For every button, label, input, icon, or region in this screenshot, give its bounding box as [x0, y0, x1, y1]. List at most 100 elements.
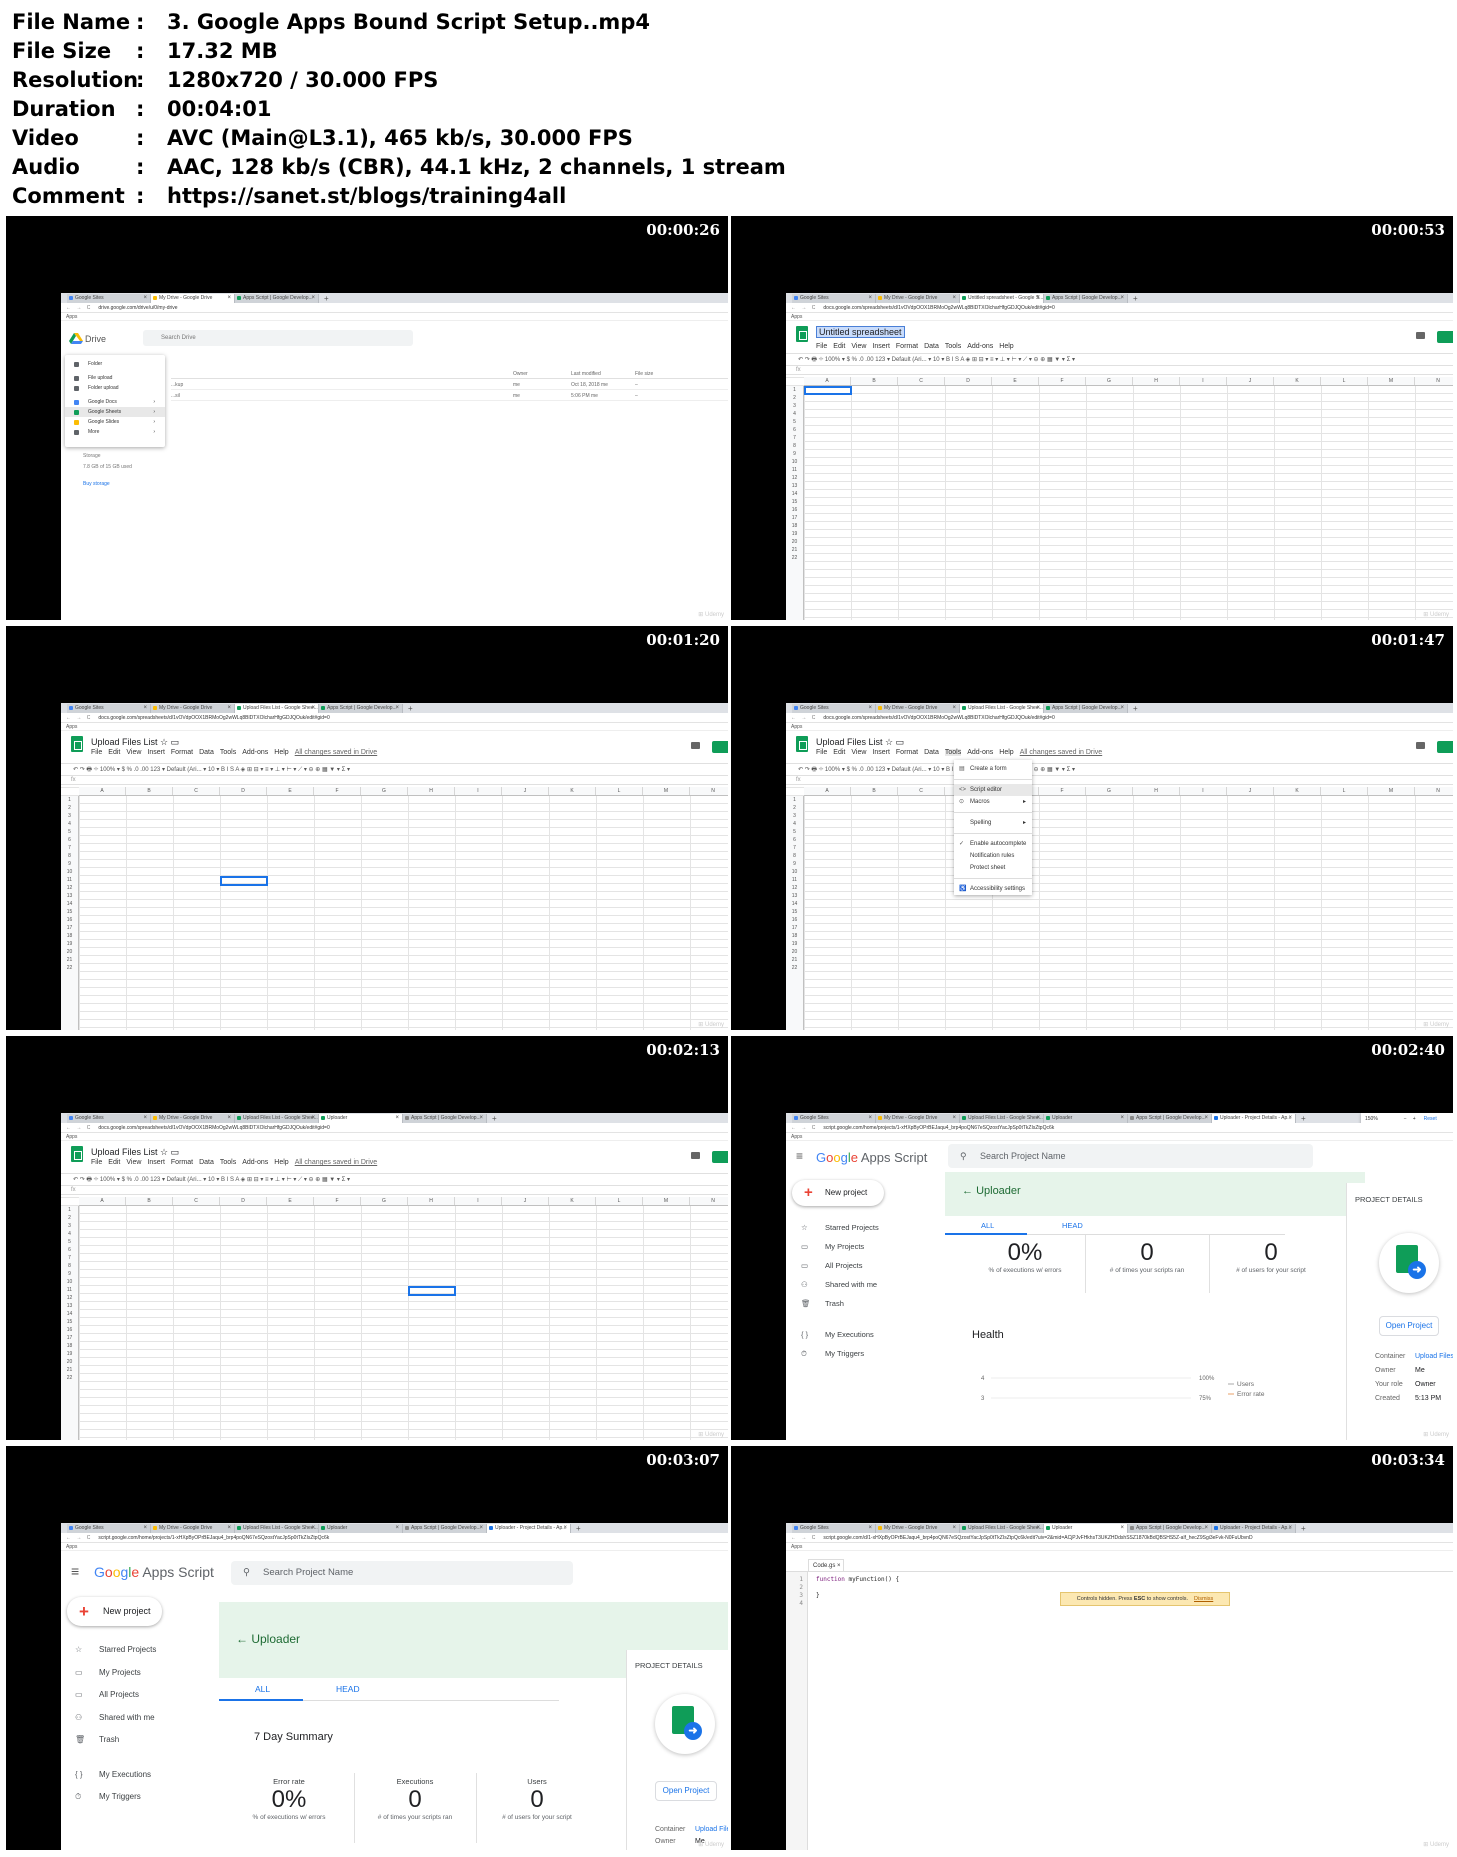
row-header[interactable]: 14 [61, 1310, 78, 1318]
new-project-button[interactable]: + New project [792, 1180, 884, 1206]
menu-help[interactable]: Help [999, 343, 1013, 350]
column-header[interactable]: N [1415, 787, 1453, 795]
browser-tab[interactable]: Uploader [1044, 1114, 1128, 1123]
row-header[interactable]: 17 [786, 514, 803, 522]
address-bar[interactable]: ← → Cscript.google.com/home/projects/1-x… [61, 1533, 728, 1543]
column-header[interactable]: I [1180, 787, 1227, 795]
browser-tab[interactable]: Uploader - Project Details - Ap... [487, 1524, 571, 1533]
menu-data[interactable]: Data [924, 343, 939, 350]
address-bar[interactable]: ← → Cdocs.google.com/spreadsheets/d/1vOV… [786, 303, 1453, 313]
browser-tab[interactable]: Uploader [319, 1114, 403, 1123]
row-header[interactable]: 11 [786, 466, 803, 474]
bookmarks-bar[interactable]: Apps [61, 1133, 728, 1141]
browser-tab[interactable]: My Drive - Google Drive [151, 294, 235, 303]
share-button[interactable] [1437, 741, 1453, 753]
row-header[interactable]: 16 [61, 1326, 78, 1334]
column-header[interactable]: G [361, 1197, 408, 1205]
new-tab-button[interactable]: + [1296, 1114, 1306, 1123]
menu-addons[interactable]: Add-ons [967, 749, 993, 756]
column-header[interactable]: F [1039, 377, 1086, 385]
tools-item-macros[interactable]: ⊙ Macros ▸ [954, 796, 1032, 808]
new-project-button[interactable]: + New project [67, 1597, 162, 1626]
row-header[interactable]: 21 [786, 546, 803, 554]
row-header[interactable]: 7 [786, 844, 803, 852]
row-header[interactable]: 2 [786, 394, 803, 402]
new-tab-button[interactable]: + [571, 1524, 581, 1533]
browser-tab[interactable]: Uploader [1044, 1524, 1128, 1533]
column-header[interactable]: M [643, 1197, 690, 1205]
column-header[interactable]: H [1133, 377, 1180, 385]
menu-data[interactable]: Data [924, 749, 939, 756]
row-header[interactable]: 1 [61, 1206, 78, 1214]
row-header[interactable]: 14 [786, 490, 803, 498]
menu-format[interactable]: Format [896, 343, 918, 350]
row-header[interactable]: 9 [786, 860, 803, 868]
row-header[interactable]: 3 [786, 812, 803, 820]
menu-help[interactable]: Help [999, 749, 1013, 756]
search-project-input[interactable]: ⚲ Search Project Name [948, 1144, 1313, 1168]
column-header[interactable]: G [1086, 377, 1133, 385]
column-header[interactable]: F [1039, 787, 1086, 795]
tools-item-accessibility-settings[interactable]: ♿ Accessibility settings [954, 883, 1032, 895]
formula-bar[interactable]: fx [786, 366, 1453, 375]
new-menu-item-more[interactable]: More › [65, 427, 165, 437]
file-row[interactable]: ...kup me Oct 18, 2018 me – [171, 380, 728, 390]
menu-edit[interactable]: Edit [108, 749, 120, 756]
sidebar-item-my-executions[interactable]: { } My Executions [801, 1325, 879, 1344]
formatting-toolbar[interactable]: ↶ ↷ 🖶 ⌖ 100% ▾ $ % .0 .00 123 ▾ Default … [786, 353, 1453, 366]
formatting-toolbar[interactable]: ↶ ↷ 🖶 ⌖ 100% ▾ $ % .0 .00 123 ▾ Default … [786, 763, 1453, 776]
back-to-projects[interactable]: ← Uploader [962, 1185, 1021, 1197]
column-header[interactable]: H [1133, 787, 1180, 795]
browser-tab[interactable]: Untitled spreadsheet - Google S... [960, 294, 1044, 303]
row-header[interactable]: 5 [61, 828, 78, 836]
browser-tab[interactable]: Apps Script | Google Develop... [1044, 294, 1128, 303]
column-header[interactable]: J [502, 1197, 549, 1205]
address-bar[interactable]: ← → Cdocs.google.com/spreadsheets/d/1vOV… [61, 713, 728, 723]
menu-data[interactable]: Data [199, 1159, 214, 1166]
selected-cell[interactable] [804, 386, 852, 395]
column-header[interactable]: J [1227, 377, 1274, 385]
save-status[interactable]: All changes saved in Drive [295, 749, 378, 756]
row-header[interactable]: 4 [61, 820, 78, 828]
new-tab-button[interactable]: + [403, 704, 413, 713]
menu-help[interactable]: Help [274, 749, 288, 756]
menu-tools[interactable]: Tools [944, 749, 962, 756]
sidebar-item-trash[interactable]: 🗑 Trash [801, 1294, 879, 1313]
column-header[interactable]: L [1321, 787, 1368, 795]
comments-icon[interactable] [1416, 742, 1425, 749]
row-header[interactable]: 18 [786, 932, 803, 940]
column-header[interactable]: C [898, 377, 945, 385]
browser-tab[interactable]: Apps Script | Google Develop... [1128, 1524, 1212, 1533]
address-bar[interactable]: ← → Cscript.google.com/d/1-xHXpByOPrBEJa… [786, 1533, 1453, 1543]
row-header[interactable]: 15 [61, 1318, 78, 1326]
row-header[interactable]: 12 [61, 884, 78, 892]
menu-format[interactable]: Format [171, 1159, 193, 1166]
column-header[interactable]: G [1086, 787, 1133, 795]
sheet-grid[interactable]: ABCDEFGHIJKLMN12345678910111213141516171… [786, 787, 1453, 1030]
bookmarks-bar[interactable]: Apps [786, 1543, 1453, 1551]
browser-tab[interactable]: Google Sites [792, 294, 876, 303]
formula-bar[interactable]: fx [786, 776, 1453, 785]
row-header[interactable]: 12 [786, 474, 803, 482]
share-button[interactable] [1437, 331, 1453, 343]
sidebar-item-my-triggers[interactable]: ⏱ My Triggers [801, 1344, 879, 1363]
sidebar-item-my-projects[interactable]: ▭ My Projects [75, 1662, 156, 1685]
column-header[interactable]: C [173, 1197, 220, 1205]
row-header[interactable]: 20 [786, 948, 803, 956]
menu-view[interactable]: View [126, 1159, 141, 1166]
row-header[interactable]: 3 [786, 402, 803, 410]
row-header[interactable]: 18 [786, 522, 803, 530]
row-header[interactable]: 22 [61, 1374, 78, 1382]
row-header[interactable]: 2 [61, 1214, 78, 1222]
row-header[interactable]: 7 [786, 434, 803, 442]
sidebar-item-all-projects[interactable]: ▭ All Projects [801, 1256, 879, 1275]
selected-cell[interactable] [220, 876, 268, 886]
comments-icon[interactable] [691, 742, 700, 749]
row-header[interactable]: 9 [786, 450, 803, 458]
row-header[interactable]: 9 [61, 1270, 78, 1278]
menu-file[interactable]: File [91, 749, 102, 756]
row-header[interactable]: 16 [786, 506, 803, 514]
column-header[interactable]: A [79, 1197, 126, 1205]
column-header[interactable]: M [1368, 787, 1415, 795]
menu-tools[interactable]: Tools [220, 1159, 236, 1166]
